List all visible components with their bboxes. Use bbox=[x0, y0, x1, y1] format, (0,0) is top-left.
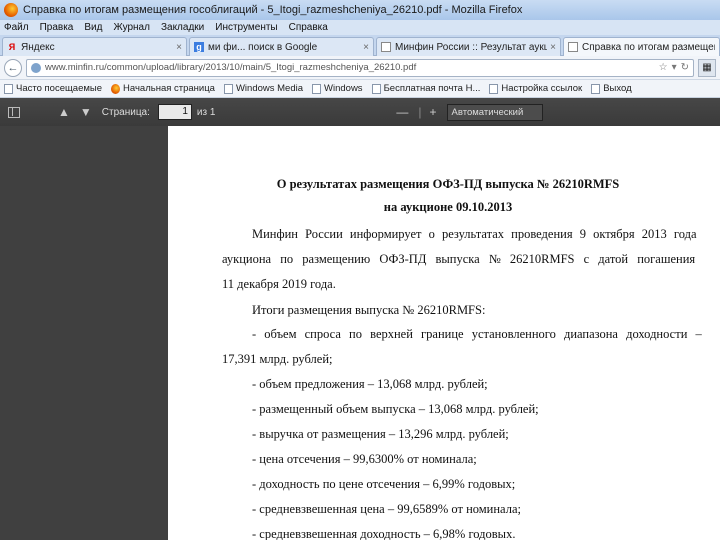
bookmark-label: Windows bbox=[324, 83, 363, 94]
tab-label: Минфин России :: Результат аукциона ... bbox=[395, 41, 547, 53]
tab-strip: Я Яндекс × g ми фи... поиск в Google × М… bbox=[0, 35, 720, 56]
pdf-page: О результатах размещения ОФЗ-ПД выпуска … bbox=[168, 126, 720, 540]
firefox-logo-icon bbox=[4, 3, 18, 17]
bookmark-label: Часто посещаемые bbox=[16, 83, 103, 94]
page-number-input[interactable]: 1 bbox=[157, 104, 192, 120]
zoom-value: Автоматический bbox=[451, 106, 524, 118]
list-item: - средневзвешенная цена – 99,6589% от но… bbox=[252, 502, 521, 516]
close-icon[interactable]: × bbox=[176, 42, 182, 53]
yandex-icon: Я bbox=[8, 42, 16, 52]
site-globe-icon bbox=[31, 62, 41, 73]
previous-page-icon[interactable]: ▲ bbox=[58, 105, 70, 119]
menu-file[interactable]: Файл bbox=[4, 22, 29, 33]
page-icon bbox=[489, 83, 499, 94]
url-text: www.minfin.ru/common/upload/library/2013… bbox=[45, 62, 417, 73]
window-title: Справка по итогам размещения гособлигаци… bbox=[23, 4, 523, 16]
tab-label: ми фи... поиск в Google bbox=[208, 41, 318, 53]
list-item: - цена отсечения – 99,6300% от номинала; bbox=[252, 452, 477, 466]
window-titlebar: Справка по итогам размещения гособлигаци… bbox=[0, 0, 720, 20]
bookmark-label: Настройка ссылок bbox=[501, 83, 583, 94]
dropdown-icon[interactable]: ▾ bbox=[672, 62, 677, 73]
pdf-viewer-area[interactable]: О результатах размещения ОФЗ-ПД выпуска … bbox=[0, 126, 720, 540]
menu-tools[interactable]: Инструменты bbox=[215, 22, 277, 33]
back-button[interactable]: ← bbox=[4, 58, 22, 77]
list-item: - размещенный объем выпуска – 13,068 млр… bbox=[252, 402, 539, 416]
bookmark-start-page[interactable]: Начальная страница bbox=[111, 83, 215, 94]
paragraph-line: Минфин России информирует о результатах … bbox=[252, 227, 697, 241]
page-label: Страница: bbox=[101, 106, 150, 118]
reload-icon[interactable]: ↻ bbox=[681, 62, 689, 73]
document-subtitle: на аукционе 09.10.2013 bbox=[383, 200, 513, 214]
paragraph-line: 17,391 млрд. рублей; bbox=[222, 352, 333, 366]
bookmark-label: Бесплатная почта H... bbox=[383, 83, 481, 94]
firefox-icon bbox=[111, 83, 121, 94]
menu-help[interactable]: Справка bbox=[289, 22, 328, 33]
page-icon bbox=[381, 42, 391, 52]
paragraph-line: Итоги размещения выпуска № 26210RMFS: bbox=[252, 303, 486, 317]
bookmark-label: Начальная страница bbox=[123, 83, 215, 94]
star-icon[interactable]: ☆ bbox=[659, 62, 668, 73]
tab-label: Справка по итогам размещения госо... bbox=[582, 41, 715, 53]
folder-icon bbox=[4, 83, 13, 94]
close-icon[interactable]: × bbox=[363, 42, 369, 53]
tab-yandex[interactable]: Я Яндекс × bbox=[2, 37, 187, 56]
page-icon bbox=[223, 83, 233, 94]
paragraph-line: - объем спроса по верхней границе устано… bbox=[252, 327, 702, 341]
page-icon bbox=[591, 83, 601, 94]
bookmark-frequent[interactable]: Часто посещаемые bbox=[4, 83, 102, 94]
tab-label: Яндекс bbox=[21, 41, 55, 53]
bookmarks-bar: Часто посещаемые Начальная страница Wind… bbox=[0, 80, 720, 98]
close-icon[interactable]: × bbox=[550, 42, 556, 53]
toolbar-menu-icon[interactable]: ▦ bbox=[698, 58, 716, 77]
bookmark-free-mail[interactable]: Бесплатная почта H... bbox=[371, 83, 481, 94]
bookmark-label: Windows Media bbox=[235, 83, 304, 94]
paragraph-line: 11 декабря 2019 года. bbox=[222, 277, 336, 291]
menu-history[interactable]: Журнал bbox=[113, 22, 150, 33]
document-title: О результатах размещения ОФЗ-ПД выпуска … bbox=[276, 177, 620, 191]
sidebar-toggle-icon[interactable] bbox=[8, 106, 20, 118]
list-item: - объем предложения – 13,068 млрд. рубле… bbox=[252, 377, 488, 391]
navigation-bar: ← www.minfin.ru/common/upload/library/20… bbox=[0, 56, 720, 80]
bookmark-label: Выход bbox=[603, 83, 632, 94]
toolbar-separator: | bbox=[418, 105, 422, 119]
tab-minfin-result[interactable]: Минфин России :: Результат аукциона ... … bbox=[376, 37, 561, 56]
zoom-out-button[interactable]: — bbox=[396, 105, 408, 119]
bookmark-windows-media[interactable]: Windows Media bbox=[223, 83, 304, 94]
menu-edit[interactable]: Правка bbox=[40, 22, 74, 33]
next-page-icon[interactable]: ▼ bbox=[80, 105, 92, 119]
pdf-toolbar: ▲ ▼ Страница: 1 из 1 — | + Автоматически… bbox=[0, 98, 720, 126]
zoom-select[interactable]: Автоматический bbox=[446, 103, 543, 121]
back-arrow-icon: ← bbox=[7, 61, 19, 74]
list-item: - доходность по цене отсечения – 6,99% г… bbox=[252, 477, 516, 491]
tab-pdf-report[interactable]: Справка по итогам размещения госо... bbox=[563, 37, 720, 56]
page-icon bbox=[312, 83, 322, 94]
bookmark-windows[interactable]: Windows bbox=[312, 83, 363, 94]
menu-view[interactable]: Вид bbox=[84, 22, 102, 33]
list-item: - выручка от размещения – 13,296 млрд. р… bbox=[252, 427, 509, 441]
page-total: из 1 bbox=[196, 106, 216, 118]
menu-bookmarks[interactable]: Закладки bbox=[161, 22, 204, 33]
google-icon: g bbox=[194, 42, 204, 52]
paragraph-line: аукциона по размещению ОФЗ-ПД выпуска № … bbox=[222, 252, 696, 266]
bookmark-exit[interactable]: Выход bbox=[591, 83, 632, 94]
tab-google-search[interactable]: g ми фи... поиск в Google × bbox=[189, 37, 374, 56]
address-bar[interactable]: www.minfin.ru/common/upload/library/2013… bbox=[26, 58, 694, 77]
zoom-in-button[interactable]: + bbox=[430, 105, 437, 119]
page-icon bbox=[371, 83, 381, 94]
page-icon bbox=[568, 42, 578, 52]
list-item: - средневзвешенная доходность – 6,98% го… bbox=[252, 527, 516, 540]
bookmark-link-settings[interactable]: Настройка ссылок bbox=[489, 83, 582, 94]
menu-bar: Файл Правка Вид Журнал Закладки Инструме… bbox=[0, 20, 720, 35]
